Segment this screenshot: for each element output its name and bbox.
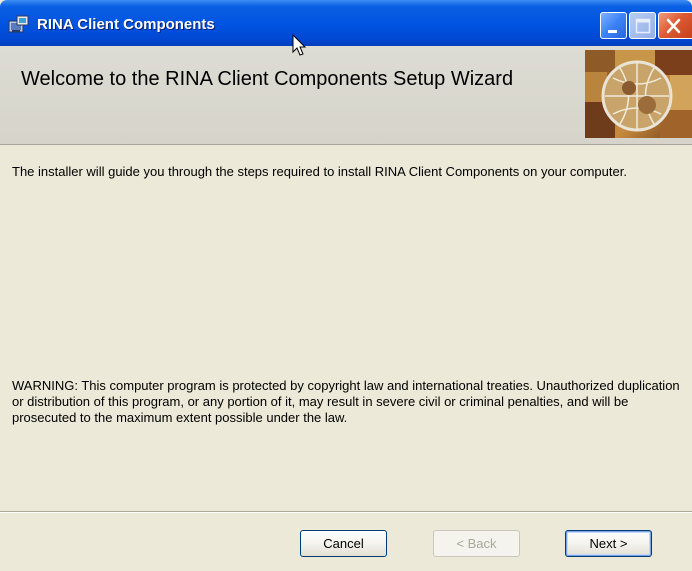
copyright-warning-text: WARNING: This computer program is protec… — [12, 378, 680, 425]
close-button[interactable] — [658, 12, 692, 39]
maximize-icon — [635, 18, 651, 34]
mouse-pointer-icon — [292, 34, 307, 56]
maximize-button[interactable] — [629, 12, 656, 39]
wizard-header: Welcome to the RINA Client Components Se… — [0, 46, 692, 145]
minimize-button[interactable] — [600, 12, 627, 39]
footer-separator — [0, 511, 692, 513]
window-title: RINA Client Components — [37, 16, 215, 33]
installer-package-icon — [8, 14, 30, 34]
intro-text: The installer will guide you through the… — [12, 164, 627, 179]
close-icon — [666, 18, 681, 34]
setup-wizard-window: RINA Client Components Welcome to the RI… — [0, 0, 692, 571]
wizard-heading: Welcome to the RINA Client Components Se… — [21, 68, 514, 90]
next-button[interactable]: Next > — [565, 530, 652, 557]
back-button[interactable]: < Back — [433, 530, 520, 557]
cancel-button[interactable]: Cancel — [300, 530, 387, 557]
title-bar[interactable]: RINA Client Components — [0, 0, 692, 46]
minimize-icon — [608, 30, 617, 33]
globe-collage-banner — [585, 50, 692, 138]
